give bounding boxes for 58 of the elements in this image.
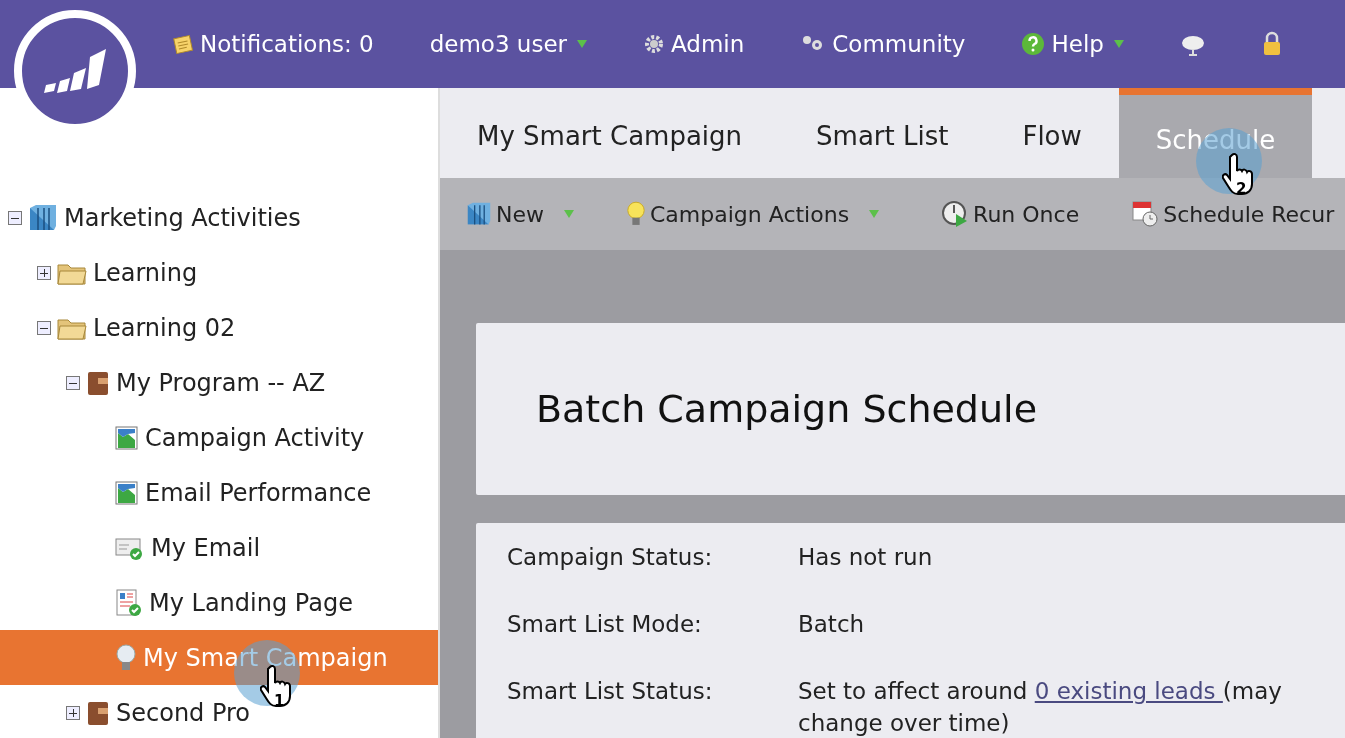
tree-item[interactable]: Learning [0,245,202,300]
calendar-clock-icon [1131,200,1160,228]
top-nav-item[interactable]: demo3 user [429,31,587,57]
tree-item-label: Marketing Activities [64,203,301,232]
field-value: Has not run [798,543,934,572]
gear-icon [643,33,665,55]
field-value: Batch [798,610,866,639]
collapse-icon[interactable] [8,210,22,225]
expand-icon[interactable] [66,705,80,720]
leads-link[interactable]: 0 existing leads [1034,678,1223,704]
lightbulb-icon [115,643,137,672]
tree-item[interactable]: My Program -- AZ [0,355,330,410]
notepad-icon [172,33,194,55]
bar-chart-logo-icon [42,47,108,95]
tree-item[interactable]: My Email [0,520,265,575]
expand-icon[interactable] [37,265,51,280]
tree-item[interactable]: Marketing Activities [0,190,305,245]
toolbar-button[interactable]: Schedule Recur [1131,200,1335,228]
tree-item[interactable]: Second Pro [0,685,255,738]
lock-icon[interactable] [1261,31,1282,57]
book-icon [28,203,58,232]
tree-item-label: Campaign Activity [145,423,365,452]
top-nav-item[interactable]: Community [800,31,966,57]
tree-item-label: Learning [93,258,198,287]
field-label: Smart List Status: [507,677,714,706]
help-icon [1021,32,1046,56]
lightbulb-icon [626,200,646,228]
field-label: Campaign Status: [507,543,714,572]
tree-item-label: My Program -- AZ [116,368,326,397]
hand-cursor-icon [1222,152,1256,196]
tree-item[interactable]: My Landing Page [0,575,357,630]
toolbar-button[interactable]: Campaign Actions [626,200,880,228]
tree-item-label: Learning 02 [93,313,236,342]
page-check-icon [115,588,143,617]
tab[interactable]: Flow [985,88,1119,178]
top-nav-item[interactable]: Help [1021,31,1124,57]
tab[interactable]: My Smart Campaign [440,88,780,178]
tree-item[interactable]: Email Performance [0,465,376,520]
chart-icon [115,424,139,451]
tree-item-label: My Email [151,533,261,562]
collapse-icon[interactable] [66,375,80,390]
tree-item-label: Email Performance [145,478,372,507]
book-icon [466,201,492,227]
top-nav-item[interactable]: Admin [643,31,745,57]
tree-item[interactable]: Campaign Activity [0,410,369,465]
tree-item-label: My Landing Page [149,588,353,617]
field-value: Set to affect around 0 existing leads (may change over time) [798,677,1283,738]
collapse-icon[interactable] [37,320,51,335]
field-label: Smart List Mode: [507,610,703,639]
chart-icon [115,479,139,506]
toolbar-button[interactable]: New [466,201,574,227]
tree-item-label: Second Pro [116,698,251,727]
toolbar-button[interactable]: Run Once [941,200,1080,228]
tab[interactable]: Smart List [779,88,986,178]
tree-item[interactable]: Learning 02 [0,300,240,355]
tree-item-label: My Smart Campaign [143,643,388,672]
top-nav-item[interactable]: Notifications: 0 [172,31,374,57]
page-heading: Batch Campaign Schedule [536,387,1037,431]
